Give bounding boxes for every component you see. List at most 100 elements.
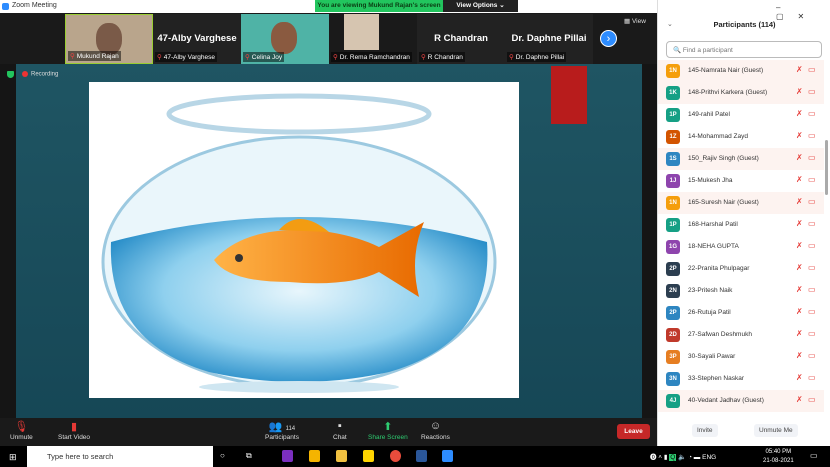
participant-row[interactable]: 2N 23-Pritesh Naik ✗ ▭ [658, 280, 824, 302]
muted-mic-icon[interactable]: ✗ [796, 219, 803, 228]
participant-row[interactable]: 1J 15-Mukesh Jha ✗ ▭ [658, 170, 824, 192]
system-tray[interactable]: ⓿ ˄ ▮ Q 🔈 ◔ ▬ ENG [650, 451, 716, 461]
avatar: 1P [666, 108, 680, 122]
avatar: 3N [666, 372, 680, 386]
participant-row[interactable]: 2D 27-Safwan Deshmukh ✗ ▭ [658, 324, 824, 346]
muted-mic-icon[interactable]: ✗ [796, 395, 803, 404]
windows-start-icon[interactable]: ⊞ [9, 452, 17, 463]
video-off-icon[interactable]: ▭ [808, 351, 816, 360]
muted-mic-icon: ⚲ [245, 54, 250, 61]
chrome-icon[interactable] [390, 450, 401, 462]
onenote-icon[interactable] [282, 450, 293, 462]
participant-video [271, 22, 297, 54]
muted-mic-icon[interactable]: ✗ [796, 109, 803, 118]
participant-row[interactable]: 1G 18-NEHA GUPTA ✗ ▭ [658, 236, 824, 258]
muted-mic-icon[interactable]: ✗ [796, 307, 803, 316]
participant-name-tag: ⚲ R Chandran [419, 52, 465, 62]
video-off-icon[interactable]: ▭ [808, 87, 816, 96]
file-explorer-icon[interactable] [336, 450, 347, 462]
cortana-icon[interactable]: ○ [220, 451, 225, 460]
unmute-button[interactable]: 🎙 Unmute [10, 420, 33, 441]
next-page-button[interactable]: › [600, 30, 617, 47]
unmute-me-button[interactable]: Unmute Me [754, 424, 798, 437]
video-thumbnail[interactable]: R Chandran ⚲ R Chandran [417, 14, 505, 64]
video-off-icon[interactable]: ▭ [808, 175, 816, 184]
video-off-icon[interactable]: ▭ [808, 153, 816, 162]
chat-button[interactable]: ▪ Chat [333, 420, 347, 441]
video-thumbnail[interactable]: ⚲ Celina Joy [241, 14, 329, 64]
muted-mic-icon: ⚲ [509, 54, 514, 61]
participant-row[interactable]: 1K 148-Prithvi Karkera (Guest) ✗ ▭ [658, 82, 824, 104]
keep-icon[interactable] [309, 450, 320, 462]
scrollbar[interactable] [825, 140, 828, 195]
reactions-button[interactable]: ☺ Reactions [421, 420, 450, 441]
video-thumbnail[interactable]: 47-Alby Varghese ⚲ 47-Alby Varghese [153, 14, 241, 64]
muted-mic-icon[interactable]: ✗ [796, 87, 803, 96]
participant-row[interactable]: 1N 165-Suresh Nair (Guest) ✗ ▭ [658, 192, 824, 214]
share-screen-icon: ⬆ [383, 421, 393, 433]
notifications-icon[interactable]: ▭ [810, 451, 818, 460]
muted-mic-icon[interactable]: ✗ [796, 175, 803, 184]
view-options-button[interactable]: View Options ⌄ [443, 0, 518, 12]
share-screen-button[interactable]: ⬆ Share Screen [368, 420, 408, 441]
participant-row[interactable]: 4J 40-Vedant Jadhav (Guest) ✗ ▭ [658, 390, 824, 412]
video-thumbnail[interactable]: Dr. Daphne Pillai ⚲ Dr. Daphne Pillai [505, 14, 593, 64]
muted-mic-icon[interactable]: ✗ [796, 329, 803, 338]
video-thumbnail[interactable]: ⚲ Dr. Rema Ramchandran [329, 14, 417, 64]
window-controls[interactable]: –▢✕ [776, 3, 830, 21]
participants-label: Participants [265, 434, 299, 441]
participant-name-large: R Chandran [434, 33, 488, 44]
participant-row[interactable]: 1S 150_Rajiv Singh (Guest) ✗ ▭ [658, 148, 824, 170]
participant-row[interactable]: 3N 33-Stephen Naskar ✗ ▭ [658, 368, 824, 390]
participant-row[interactable]: 1P 149-rahil Patel ✗ ▭ [658, 104, 824, 126]
video-off-icon[interactable]: ▭ [808, 307, 816, 316]
red-block [551, 66, 587, 124]
muted-mic-icon[interactable]: ✗ [796, 285, 803, 294]
participant-row[interactable]: 2P 22-Pranita Phulpagar ✗ ▭ [658, 258, 824, 280]
video-off-icon[interactable]: ▭ [808, 329, 816, 338]
muted-mic-icon[interactable]: ✗ [796, 263, 803, 272]
task-view-icon[interactable]: ⧉ [246, 451, 252, 461]
muted-mic-icon[interactable]: ✗ [796, 351, 803, 360]
zoom-taskbar-icon[interactable] [442, 450, 453, 462]
participant-row[interactable]: 1P 168-Harshal Patil ✗ ▭ [658, 214, 824, 236]
muted-mic-icon[interactable]: ✗ [796, 241, 803, 250]
viewing-banner: You are viewing Mukund Rajan's screen [315, 0, 443, 12]
video-off-icon[interactable]: ▭ [808, 263, 816, 272]
muted-mic-icon[interactable]: ✗ [796, 131, 803, 140]
participant-row[interactable]: 1N 145-Namrata Nair (Guest) ✗ ▭ [658, 60, 824, 82]
sticky-notes-icon[interactable] [363, 450, 374, 462]
participants-button[interactable]: 👥 114 Participants [265, 420, 299, 441]
video-off-icon[interactable]: ▭ [808, 395, 816, 404]
avatar: 1G [666, 240, 680, 254]
word-icon[interactable] [416, 450, 427, 462]
participant-row[interactable]: 3P 30-Sayali Pawar ✗ ▭ [658, 346, 824, 368]
leave-button[interactable]: Leave [617, 424, 650, 439]
taskbar-search-input[interactable]: Type here to search [27, 446, 213, 467]
view-button[interactable]: ▦ View [624, 17, 646, 25]
video-off-icon[interactable]: ▭ [808, 109, 816, 118]
participant-name-tag: ⚲ Dr. Daphne Pillai [507, 52, 567, 62]
start-video-button[interactable]: ▮ Start Video [58, 420, 90, 441]
muted-mic-icon[interactable]: ✗ [796, 153, 803, 162]
video-off-icon[interactable]: ▭ [808, 373, 816, 382]
muted-mic-icon[interactable]: ✗ [796, 65, 803, 74]
video-off-icon[interactable]: ▭ [808, 285, 816, 294]
participant-row[interactable]: 1Z 14-Mohammad Zayd ✗ ▭ [658, 126, 824, 148]
avatar: 2N [666, 284, 680, 298]
video-off-icon[interactable]: ▭ [808, 131, 816, 140]
muted-mic-icon[interactable]: ✗ [796, 197, 803, 206]
participant-name: 27-Safwan Deshmukh [688, 331, 752, 338]
participant-row[interactable]: 2P 26-Rutuja Patil ✗ ▭ [658, 302, 824, 324]
video-thumbnail[interactable]: ⚲ Mukund Rajan [65, 14, 153, 64]
participant-name: 145-Namrata Nair (Guest) [688, 67, 764, 74]
muted-mic-icon: ⚲ [157, 54, 162, 61]
clock[interactable]: 05:40 PM 21-08-2021 [763, 448, 794, 466]
video-off-icon[interactable]: ▭ [808, 197, 816, 206]
invite-button[interactable]: Invite [692, 424, 718, 437]
muted-mic-icon[interactable]: ✗ [796, 373, 803, 382]
video-off-icon[interactable]: ▭ [808, 65, 816, 74]
video-off-icon[interactable]: ▭ [808, 219, 816, 228]
participant-search-input[interactable]: 🔍 Find a participant [666, 41, 822, 58]
video-off-icon[interactable]: ▭ [808, 241, 816, 250]
